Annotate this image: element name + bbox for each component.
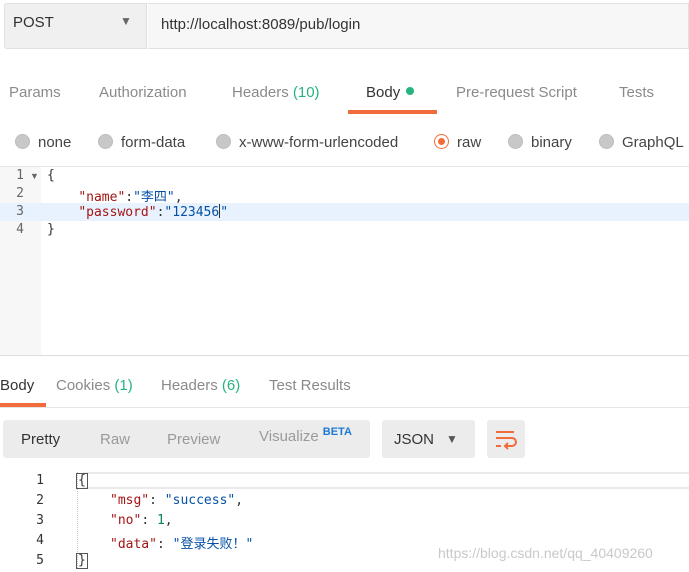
tab-headers[interactable]: Headers (10) bbox=[232, 84, 320, 101]
headers-count: (10) bbox=[292, 84, 320, 101]
code-line: { bbox=[76, 473, 88, 489]
radio-binary[interactable]: binary bbox=[508, 134, 572, 154]
line-number: 2 bbox=[36, 493, 44, 508]
code-line: { bbox=[47, 168, 55, 183]
view-pretty-button[interactable]: Pretty bbox=[21, 431, 60, 448]
line-number: 2 bbox=[16, 186, 24, 201]
view-preview-button[interactable]: Preview bbox=[167, 431, 220, 448]
code-line: } bbox=[47, 222, 55, 237]
line-number: 4 bbox=[16, 222, 24, 237]
radio-icon bbox=[508, 134, 523, 149]
code-line: "password":"123456" bbox=[78, 204, 229, 220]
radio-raw[interactable]: raw bbox=[434, 134, 481, 154]
radio-icon bbox=[216, 134, 231, 149]
radio-icon bbox=[98, 134, 113, 149]
tab-pre-request-script[interactable]: Pre-request Script bbox=[456, 84, 577, 101]
response-tab-headers[interactable]: Headers (6) bbox=[161, 377, 240, 394]
chevron-down-icon: ▼ bbox=[446, 432, 458, 446]
code-line: "name":"李四", bbox=[78, 190, 183, 205]
line-number: 4 bbox=[36, 533, 44, 548]
watermark: https://blog.csdn.net/qq_40409260 bbox=[438, 545, 653, 561]
radio-graphql[interactable]: GraphQL bbox=[599, 134, 684, 154]
body-indicator-dot-icon bbox=[406, 87, 415, 95]
method-label: POST bbox=[13, 14, 54, 31]
response-tab-body[interactable]: Body bbox=[0, 377, 34, 394]
radio-icon bbox=[599, 134, 614, 149]
line-number: 5 bbox=[36, 553, 44, 568]
url-text: http://localhost:8089/pub/login bbox=[161, 16, 361, 33]
code-line: } bbox=[76, 553, 88, 569]
chevron-down-icon[interactable]: ▼ bbox=[120, 14, 132, 28]
current-line-highlight bbox=[83, 472, 689, 489]
view-raw-button[interactable]: Raw bbox=[100, 431, 130, 448]
radio-x-www-form-urlencoded[interactable]: x-www-form-urlencoded bbox=[216, 134, 398, 154]
tab-body[interactable]: Body bbox=[366, 84, 415, 101]
line-number: 3 bbox=[36, 513, 44, 528]
view-visualize-button[interactable]: Visualize BETA bbox=[259, 426, 352, 445]
separator bbox=[0, 407, 689, 408]
response-tab-cookies[interactable]: Cookies (1) bbox=[56, 377, 133, 394]
code-line: "msg": "success", bbox=[110, 493, 244, 508]
code-line: "no": 1, bbox=[110, 513, 173, 528]
tab-tests[interactable]: Tests bbox=[619, 84, 654, 101]
code-line: "data": "登录失败！" bbox=[110, 537, 254, 552]
radio-icon bbox=[15, 134, 30, 149]
radio-form-data[interactable]: form-data bbox=[98, 134, 185, 154]
fold-arrow-icon[interactable]: ▼ bbox=[30, 171, 39, 181]
radio-none[interactable]: none bbox=[15, 134, 71, 154]
line-number: 1 bbox=[36, 473, 44, 488]
wrap-lines-icon bbox=[496, 431, 517, 450]
radio-checked-icon bbox=[434, 134, 449, 149]
active-tab-underline bbox=[348, 110, 437, 114]
response-tab-test-results[interactable]: Test Results bbox=[269, 377, 351, 394]
beta-badge: BETA bbox=[322, 426, 352, 438]
format-label: JSON bbox=[394, 431, 435, 448]
tab-authorization[interactable]: Authorization bbox=[99, 84, 187, 101]
line-number: 1 bbox=[16, 168, 24, 183]
pane-divider[interactable] bbox=[0, 355, 689, 356]
line-number: 3 bbox=[16, 204, 24, 219]
tab-params[interactable]: Params bbox=[9, 84, 61, 101]
wrap-lines-button[interactable] bbox=[487, 420, 525, 458]
